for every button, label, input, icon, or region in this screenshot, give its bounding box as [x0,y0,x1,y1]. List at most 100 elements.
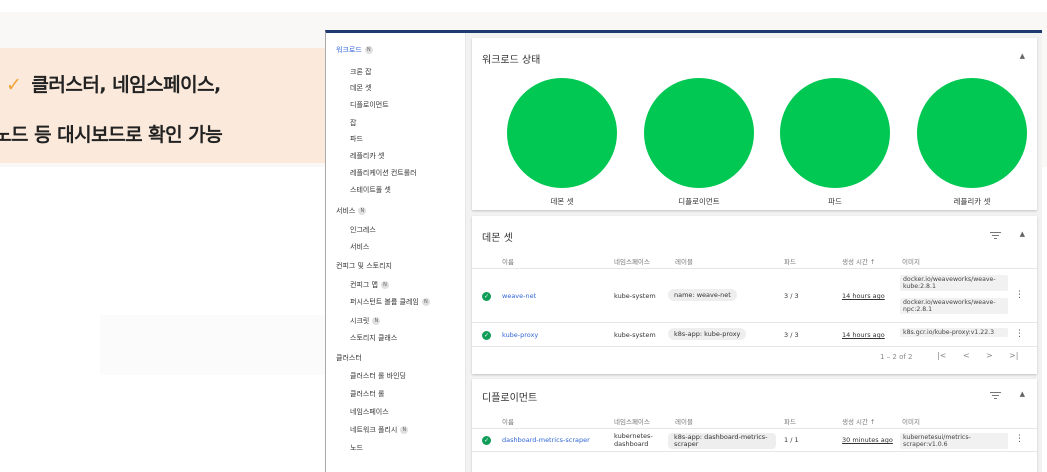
sidebar-item-label: 디플로이먼트 [350,101,389,109]
more-vert-icon[interactable]: ⋮ [1015,330,1024,339]
sidebar-item-label: 파드 [350,135,363,143]
column-header[interactable]: 파드 [784,416,796,426]
sidebar-item-label: 클러스터 [336,354,362,362]
status-chart-label: 레플리카 셋 [953,197,991,206]
sidebar-item[interactable]: 클러스터 롤 바인딩 [350,371,406,381]
sidebar-item[interactable]: 파드 [350,134,363,144]
row-divider [472,346,1037,347]
callout-text-1: 클러스터, 네임스페이스, [31,74,221,96]
sidebar-item[interactable]: 데몬 셋 [350,83,372,93]
chevron-up-icon[interactable]: ▲ [1020,230,1025,238]
filter-icon[interactable] [989,390,1001,400]
column-header[interactable]: 이미지 [902,256,920,266]
more-vert-icon[interactable]: ⋮ [1015,291,1024,300]
column-header[interactable]: 네임스페이스 [614,416,650,426]
sidebar-item[interactable]: 네트워크 폴리시 N [350,425,409,435]
check-circle-icon: ✓ [482,291,491,301]
row-age: 14 hours ago [842,292,885,300]
sidebar-item-label: 크론 잡 [350,68,372,76]
dashboard-screenshot: 워크로드 N 크론 잡 데몬 셋 디플로이먼트 잡 파드 레플리카 셋 레플리케이션 컨트롤러 스… [325,30,1042,472]
sidebar-item[interactable]: 퍼시스턴트 볼륨 클레임 N [350,297,430,307]
sidebar-item-label: 컨피그 맵 [350,281,378,289]
sidebar-item-label: 서비스 [350,243,370,251]
sidebar-item-label: 레플리케이션 컨트롤러 [350,169,417,177]
row-name-link[interactable]: weave-net [502,292,536,300]
namespace-badge: N [421,298,430,306]
sidebar-section[interactable]: 컨피그 및 스토리지 [336,261,392,271]
sidebar: 워크로드 N 크론 잡 데몬 셋 디플로이먼트 잡 파드 레플리카 셋 레플리케이션 컨트롤러 스… [326,33,466,472]
sidebar-item[interactable]: 서비스 [350,242,369,252]
filter-icon[interactable] [989,230,1001,240]
row-divider [472,322,1037,323]
row-namespace: kube-system [614,331,656,339]
sidebar-item[interactable]: 디플로이먼트 [350,100,389,110]
sidebar-item-label: 인그레스 [350,226,376,234]
sidebar-item-label: 네임스페이스 [350,408,389,416]
sidebar-item-label: 컨피그 및 스토리지 [336,262,392,270]
status-chart-label: 디플로이먼트 [678,197,720,206]
sidebar-item-label: 워크로드 [336,46,362,54]
daemonsets-title: 데몬 셋 [482,233,513,244]
check-circle-icon: ✓ [482,330,491,340]
label-chip: k8s-app: dashboard-metrics-scraper [668,433,776,449]
sidebar-item-label: 퍼시스턴트 볼륨 클레임 [350,298,419,306]
image-tag: docker.io/weaveworks/weave-npc:2.8.1 [900,298,1008,314]
slide-page: ✓ 클러스터, 네임스페이스, 노드 등 대시보드로 확인 가능 워크로드 N 크론 … [0,0,1047,472]
namespace-badge: N [400,426,409,434]
sidebar-item[interactable]: 시크릿 N [350,316,381,326]
sidebar-section[interactable]: 클러스터 [336,353,362,363]
sidebar-item[interactable]: 레플리케이션 컨트롤러 [350,168,417,178]
row-divider [472,268,1037,269]
pagination-range: 1 – 2 of 2 [880,353,913,361]
sidebar-item[interactable]: 네임스페이스 [350,407,389,417]
chevron-up-icon[interactable]: ▲ [1020,52,1025,60]
sidebar-section[interactable]: 서비스 N [336,206,367,216]
label-chip: k8s-app: kube-proxy [668,328,747,340]
sidebar-item[interactable]: 레플리카 셋 [350,151,384,161]
sidebar-item[interactable]: 클러스터 롤 [350,389,384,399]
first-page-button[interactable]: |< [937,351,946,360]
sidebar-item-label: 스테이트풀 셋 [350,186,391,194]
sidebar-item[interactable]: 크론 잡 [350,67,372,77]
workload-status-title: 워크로드 상태 [482,55,541,66]
namespace-badge: N [381,281,389,289]
column-header[interactable]: 생성 시간 ↑ [842,416,876,426]
row-name-link[interactable]: kube-proxy [502,331,538,339]
last-page-button[interactable]: >| [1009,351,1018,360]
sidebar-item[interactable]: 인그레스 [350,225,376,235]
chevron-up-icon[interactable]: ▲ [1020,390,1025,398]
previous-page-button[interactable]: < [963,351,970,360]
row-name-link[interactable]: dashboard-metrics-scraper [502,436,590,444]
row-namespace: kube-system [614,292,656,300]
row-namespace: kubernetes-dashboard [614,432,653,448]
sidebar-item[interactable]: 잡 [350,118,356,128]
sidebar-item-label: 서비스 [336,207,356,215]
sidebar-item[interactable]: 스토리지 클래스 [350,333,397,343]
row-pods: 3 / 3 [784,331,799,339]
sidebar-item-label: 클러스터 롤 바인딩 [350,372,406,380]
deployments-title: 디플로이먼트 [482,393,538,404]
column-header[interactable]: 네임스페이스 [614,256,650,266]
sidebar-section[interactable]: 워크로드 N [336,45,373,55]
sidebar-item-label: 클러스터 롤 [350,390,385,398]
column-header[interactable]: 이름 [502,416,514,426]
more-vert-icon[interactable]: ⋮ [1015,435,1024,444]
column-header[interactable]: 이미지 [902,416,920,426]
sidebar-item-label: 레플리카 셋 [350,152,385,160]
sidebar-item[interactable]: 노드 [350,443,363,453]
background-panel [100,315,325,375]
sidebar-item-label: 노드 [350,444,363,452]
column-header[interactable]: 레이블 [675,416,693,426]
sidebar-item[interactable]: 컨피그 맵N [350,280,389,290]
column-header[interactable]: 생성 시간 ↑ [842,256,876,266]
column-header[interactable]: 레이블 [675,256,693,266]
column-header[interactable]: 파드 [784,256,796,266]
next-page-button[interactable]: > [986,351,993,360]
sidebar-item[interactable]: 스테이트풀 셋 [350,185,391,195]
row-pods: 3 / 3 [784,292,799,300]
column-header[interactable]: 이름 [502,256,514,266]
sidebar-item-label: 스토리지 클래스 [350,334,398,342]
callout-box: ✓ 클러스터, 네임스페이스, 노드 등 대시보드로 확인 가능 [0,48,325,163]
workload-status-card: 워크로드 상태 ▲ 데몬 셋 디플로이먼트 파드 레플리카 셋 [472,38,1037,210]
sidebar-item-label: 네트워크 폴리시 [350,426,398,434]
